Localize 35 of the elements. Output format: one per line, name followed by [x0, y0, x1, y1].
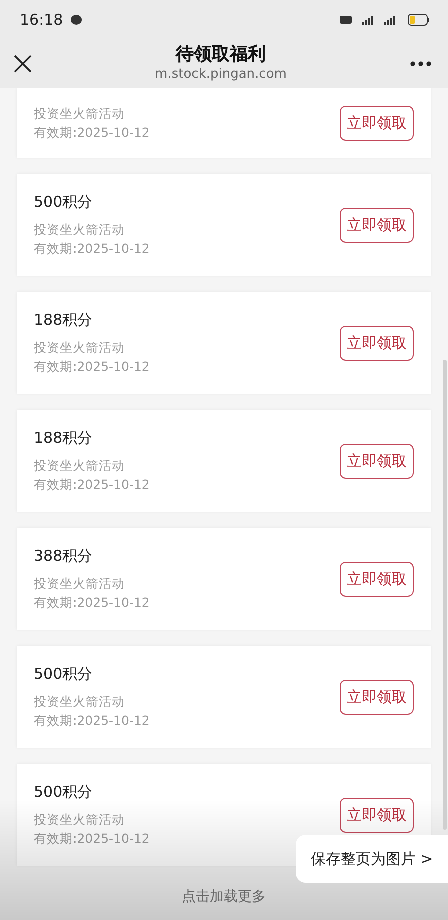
- activity-name: 投资坐火箭活动: [34, 339, 126, 357]
- claim-button[interactable]: 立即领取: [340, 326, 414, 360]
- expiry-date: 有效期:2025-10-12: [34, 124, 150, 142]
- load-more-link[interactable]: 点击加载更多: [182, 888, 266, 906]
- more-icon[interactable]: [410, 61, 432, 67]
- page-title: 待领取福利: [176, 44, 266, 66]
- reward-points: 500积分: [34, 192, 94, 212]
- battery-icon: [408, 14, 430, 26]
- reward-points: 188积分: [34, 428, 94, 448]
- claim-button[interactable]: 立即领取: [340, 106, 414, 140]
- expiry-date: 有效期:2025-10-12: [34, 358, 150, 376]
- expiry-date: 有效期:2025-10-12: [34, 240, 150, 258]
- expiry-date: 有效期:2025-10-12: [34, 830, 150, 848]
- activity-name: 投资坐火箭活动: [34, 811, 126, 829]
- close-icon[interactable]: [14, 55, 32, 73]
- save-page-button[interactable]: 保存整页为图片 >: [296, 835, 448, 883]
- status-time: 16:18: [20, 11, 64, 29]
- reward-points: 500积分: [34, 664, 94, 684]
- activity-name: 投资坐火箭活动: [34, 575, 126, 593]
- expiry-date: 有效期:2025-10-12: [34, 476, 150, 494]
- activity-name: 投资坐火箭活动: [34, 693, 126, 711]
- claim-button[interactable]: 立即领取: [340, 680, 414, 714]
- activity-name: 投资坐火箭活动: [34, 457, 126, 475]
- page-url: m.stock.pingan.com: [155, 66, 287, 84]
- activity-name: 投资坐火箭活动: [34, 221, 126, 239]
- reward-points: 388积分: [34, 546, 94, 566]
- expiry-date: 有效期:2025-10-12: [34, 594, 150, 612]
- claim-button[interactable]: 立即领取: [340, 562, 414, 596]
- claim-button[interactable]: 立即领取: [340, 798, 414, 832]
- claim-button[interactable]: 立即领取: [340, 208, 414, 242]
- claim-button[interactable]: 立即领取: [340, 444, 414, 478]
- activity-name: 投资坐火箭活动: [34, 105, 126, 123]
- reward-points: 188积分: [34, 310, 94, 330]
- expiry-date: 有效期:2025-10-12: [34, 712, 150, 730]
- reward-points: 500积分: [34, 782, 94, 802]
